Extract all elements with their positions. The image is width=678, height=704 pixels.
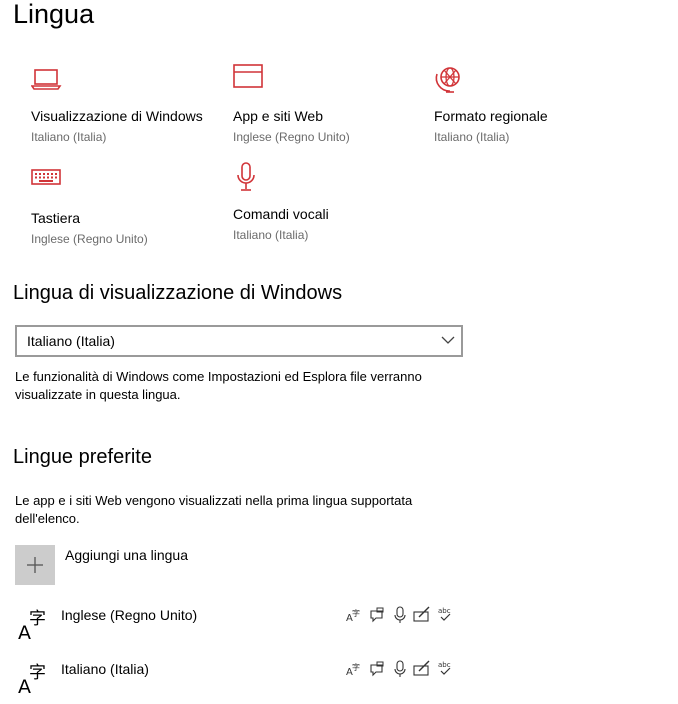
handwriting-icon <box>413 660 430 676</box>
display-language-heading: Lingua di visualizzazione di Windows <box>13 282 343 304</box>
svg-text:字: 字 <box>29 609 46 629</box>
tile-title: Comandi vocali <box>233 206 329 222</box>
language-glyph-icon: A 字 <box>18 663 46 696</box>
tile-subtitle: Italiano (Italia) <box>434 130 510 144</box>
microphone-icon <box>394 606 406 623</box>
plus-icon <box>27 557 43 573</box>
laptop-icon <box>31 69 62 90</box>
add-language-button[interactable]: Aggiungi una lingua <box>15 545 215 585</box>
add-language-label: Aggiungi una lingua <box>65 547 188 563</box>
svg-text:abc: abc <box>438 607 451 615</box>
tile-keyboard[interactable]: Tastiera Inglese (Regno Unito) <box>31 166 226 261</box>
language-pack-icon: A 字 <box>346 608 360 624</box>
preferred-languages-heading: Lingue preferite <box>13 446 152 468</box>
language-glyph-icon: A 字 <box>18 609 46 642</box>
language-pack-icon: A 字 <box>346 662 360 678</box>
chevron-down-icon <box>441 336 455 344</box>
svg-text:abc: abc <box>438 661 451 669</box>
microphone-icon <box>394 660 406 677</box>
display-language-dropdown[interactable]: Italiano (Italia) <box>15 325 463 357</box>
language-item[interactable]: A 字 Inglese (Regno Unito) A 字 abc <box>15 606 465 650</box>
language-name: Italiano (Italia) <box>61 661 149 677</box>
browser-window-icon <box>233 64 263 88</box>
tile-apps-websites[interactable]: App e siti Web Inglese (Regno Unito) <box>233 64 428 159</box>
svg-text:字: 字 <box>29 663 46 683</box>
tile-title: App e siti Web <box>233 108 324 124</box>
microphone-icon <box>237 162 255 191</box>
display-language-description: Le funzionalità di Windows come Impostaz… <box>15 369 422 402</box>
svg-text:字: 字 <box>352 662 360 672</box>
preferred-languages-description: Le app e i siti Web vengono visualizzati… <box>15 493 413 526</box>
dropdown-selected-value: Italiano (Italia) <box>27 333 115 349</box>
globe-clock-icon <box>435 67 460 93</box>
language-item[interactable]: A 字 Italiano (Italia) A 字 abc <box>15 660 465 704</box>
language-name: Inglese (Regno Unito) <box>61 607 198 623</box>
plus-box <box>15 545 55 585</box>
handwriting-icon <box>413 606 430 622</box>
page-title: Lingua <box>13 0 95 29</box>
tile-title: Tastiera <box>31 210 81 226</box>
keyboard-icon <box>31 169 61 185</box>
tile-title: Visualizzazione di Windows <box>31 108 203 124</box>
speech-bubble-icon <box>370 661 384 677</box>
tile-subtitle: Italiano (Italia) <box>31 130 107 144</box>
tile-windows-display[interactable]: Visualizzazione di Windows Italiano (Ita… <box>31 64 226 159</box>
tile-subtitle: Inglese (Regno Unito) <box>233 130 350 144</box>
tile-title: Formato regionale <box>434 108 548 124</box>
svg-text:字: 字 <box>352 608 360 618</box>
tile-speech[interactable]: Comandi vocali Italiano (Italia) <box>233 162 428 257</box>
spellcheck-icon: abc <box>438 661 451 675</box>
speech-bubble-icon <box>370 607 384 623</box>
spellcheck-icon: abc <box>438 607 451 621</box>
tile-subtitle: Inglese (Regno Unito) <box>31 232 148 246</box>
tile-subtitle: Italiano (Italia) <box>233 228 309 242</box>
tile-regional-format[interactable]: Formato regionale Italiano (Italia) <box>434 64 629 159</box>
